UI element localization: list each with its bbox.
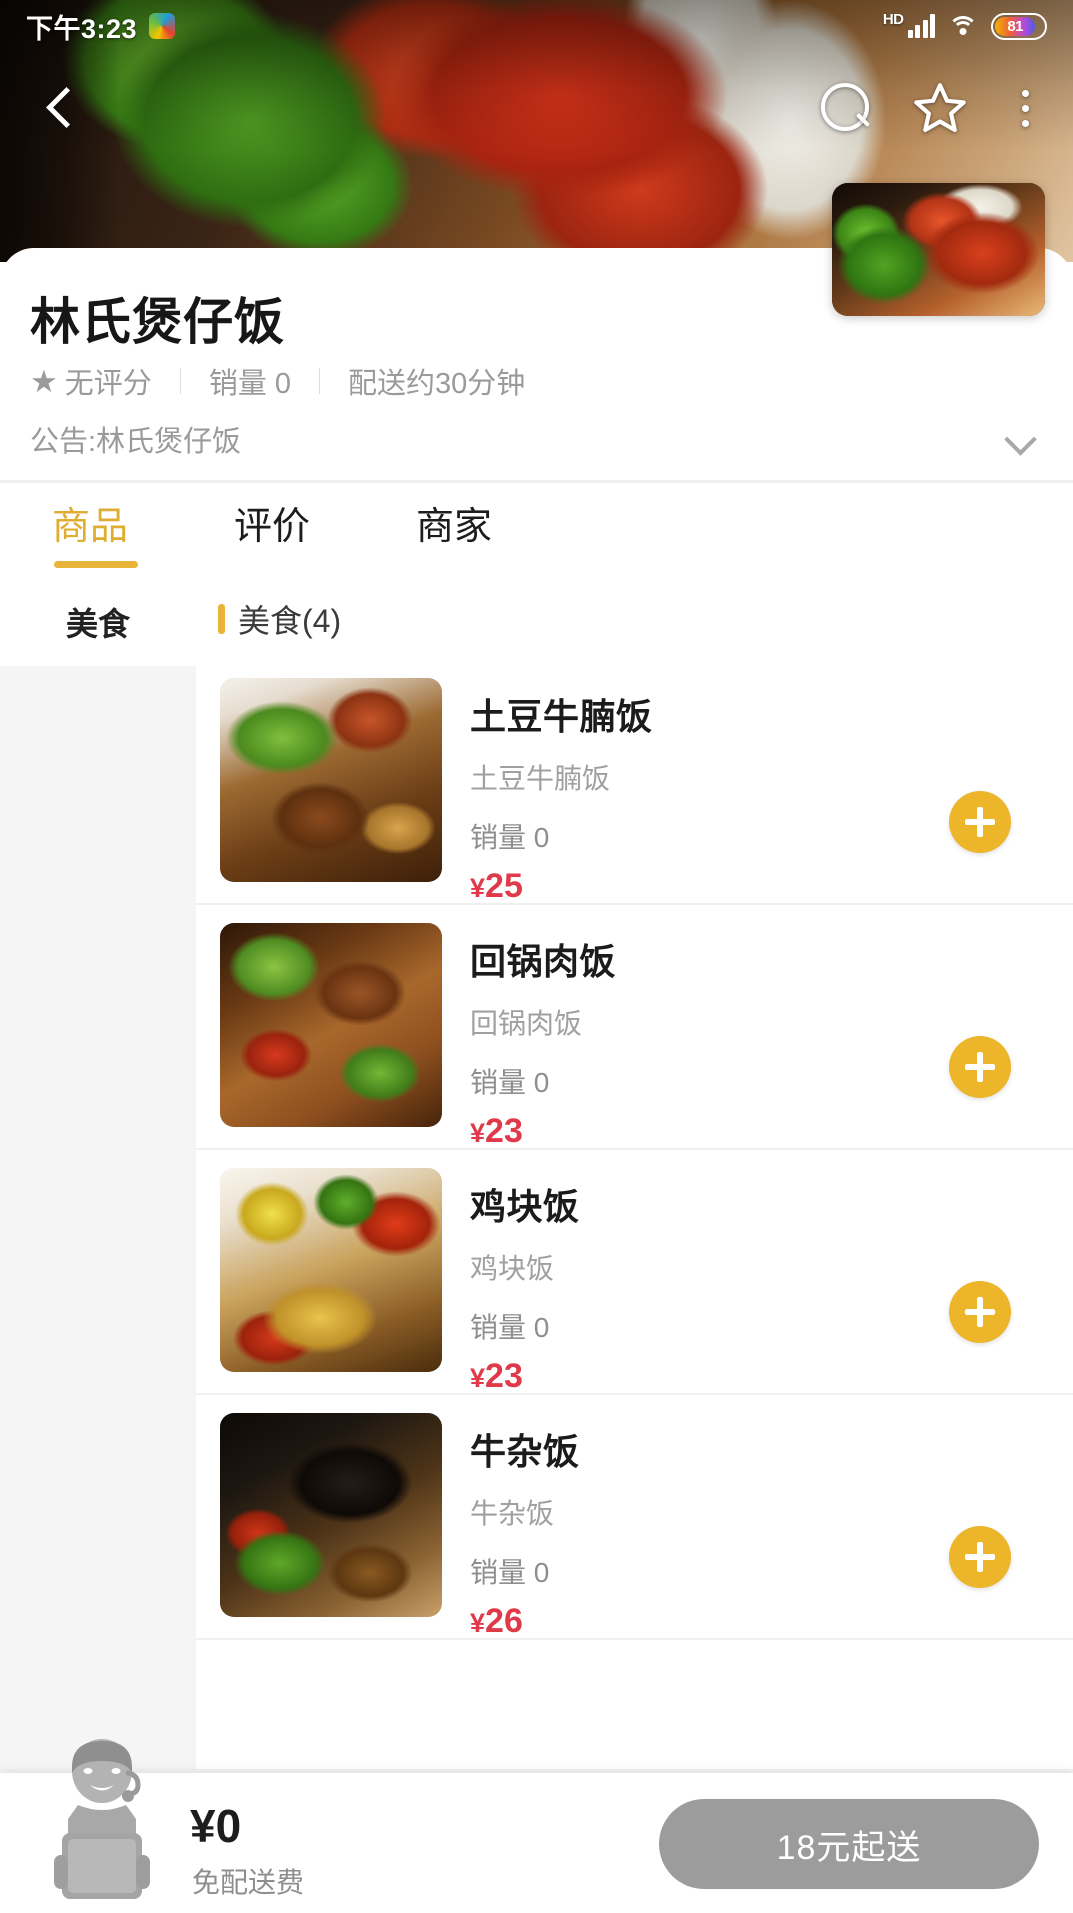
cart-delivery-fee: 免配送费 bbox=[192, 1867, 305, 1898]
delivery-rider-icon bbox=[38, 1737, 166, 1905]
page-title: 林氏煲仔饭 bbox=[30, 294, 285, 350]
menu-section-header: 美食(4) bbox=[196, 578, 1073, 660]
menu-item[interactable]: 鸡块饭 鸡块饭 销量 0 ¥23 bbox=[196, 1150, 1073, 1395]
dish-name: 牛杂饭 bbox=[470, 1431, 580, 1472]
plus-icon[interactable] bbox=[949, 1281, 1011, 1343]
tab-products[interactable]: 商品 bbox=[52, 483, 139, 568]
shop-rating: 无评分 bbox=[64, 368, 152, 400]
plus-icon[interactable] bbox=[949, 791, 1011, 853]
dish-price: ¥23 bbox=[470, 1357, 1073, 1396]
divider bbox=[0, 480, 1073, 483]
shop-notice-row[interactable]: 公告:林氏煲仔饭 bbox=[30, 418, 1043, 460]
menu-item[interactable]: 牛杂饭 牛杂饭 销量 0 ¥26 bbox=[196, 1395, 1073, 1640]
hd-label: HD bbox=[882, 10, 904, 28]
star-outline-icon[interactable] bbox=[911, 79, 969, 137]
battery-level: 81 bbox=[1007, 17, 1023, 35]
cart-amount: ¥0 bbox=[190, 1800, 242, 1852]
dish-price: ¥23 bbox=[470, 1112, 1073, 1151]
dish-name: 回锅肉饭 bbox=[470, 941, 617, 982]
back-chevron-icon[interactable] bbox=[28, 76, 92, 140]
cart-bar: ¥0 免配送费 18元起送 bbox=[0, 1739, 1073, 1913]
app-badge-icon bbox=[149, 13, 176, 39]
shop-notice-text: 公告:林氏煲仔饭 bbox=[30, 426, 242, 458]
signal-icon bbox=[907, 14, 935, 38]
dish-name: 土豆牛腩饭 bbox=[470, 696, 653, 737]
status-indicators: HD 81 bbox=[882, 10, 1047, 40]
chevron-down-icon[interactable] bbox=[1007, 426, 1033, 452]
dish-price-value: 25 bbox=[485, 867, 523, 905]
order-button[interactable]: 18元起送 bbox=[659, 1799, 1039, 1889]
dish-price-value: 23 bbox=[485, 1357, 523, 1395]
status-time: 下午3:23 bbox=[26, 13, 138, 44]
currency-symbol: ¥ bbox=[470, 873, 486, 903]
app-root: 下午3:23 HD 81 林氏煲仔饭 ★ 无评分 销量 0 配送约30分钟 公告… bbox=[0, 0, 1073, 1913]
dish-price: ¥25 bbox=[470, 867, 1073, 906]
shop-meta-row: ★ 无评分 销量 0 配送约30分钟 bbox=[30, 360, 525, 402]
dish-price: ¥26 bbox=[470, 1602, 1073, 1641]
top-nav-bar bbox=[0, 58, 1073, 158]
section-accent-bar bbox=[218, 604, 225, 634]
plus-icon[interactable] bbox=[949, 1526, 1011, 1588]
currency-symbol: ¥ bbox=[470, 1363, 486, 1393]
tab-reviews[interactable]: 评价 bbox=[234, 483, 310, 550]
dish-image bbox=[220, 1413, 442, 1617]
menu-item[interactable]: 回锅肉饭 回锅肉饭 销量 0 ¥23 bbox=[196, 905, 1073, 1150]
status-bar: 下午3:23 HD 81 bbox=[0, 0, 1073, 52]
plus-icon[interactable] bbox=[949, 1036, 1011, 1098]
shop-sales: 销量 0 bbox=[208, 368, 291, 400]
restaurant-logo-image bbox=[832, 183, 1045, 316]
star-filled-icon: ★ bbox=[30, 363, 58, 399]
dish-image bbox=[220, 1168, 442, 1372]
dish-price-value: 23 bbox=[485, 1112, 523, 1150]
sidebar-item-food[interactable]: 美食 bbox=[0, 578, 196, 666]
nav-actions bbox=[813, 77, 1045, 139]
dish-price-value: 26 bbox=[485, 1602, 523, 1640]
category-sidebar: 美食 bbox=[0, 578, 196, 1778]
menu-section-title: 美食(4) bbox=[238, 603, 342, 639]
tab-bar: 商品 评价 商家 bbox=[0, 483, 1073, 578]
tab-merchant[interactable]: 商家 bbox=[416, 483, 492, 550]
dish-name: 鸡块饭 bbox=[470, 1186, 580, 1227]
more-vertical-icon[interactable] bbox=[1005, 77, 1045, 139]
dish-image bbox=[220, 923, 442, 1127]
menu-list: 美食(4) 土豆牛腩饭 土豆牛腩饭 销量 0 ¥25 回锅肉饭 回锅肉饭 销量 … bbox=[196, 578, 1073, 1778]
shop-delivery-time: 配送约30分钟 bbox=[348, 368, 526, 400]
meta-divider bbox=[319, 368, 320, 394]
meta-divider bbox=[179, 368, 181, 394]
currency-symbol: ¥ bbox=[470, 1608, 486, 1638]
menu-item[interactable]: 土豆牛腩饭 土豆牛腩饭 销量 0 ¥25 bbox=[196, 660, 1073, 905]
currency-symbol: ¥ bbox=[470, 1118, 486, 1148]
wifi-icon bbox=[948, 14, 978, 38]
dish-image bbox=[220, 678, 442, 882]
battery-icon: 81 bbox=[991, 12, 1047, 40]
restaurant-logo[interactable] bbox=[832, 183, 1045, 316]
search-icon[interactable] bbox=[813, 77, 875, 139]
